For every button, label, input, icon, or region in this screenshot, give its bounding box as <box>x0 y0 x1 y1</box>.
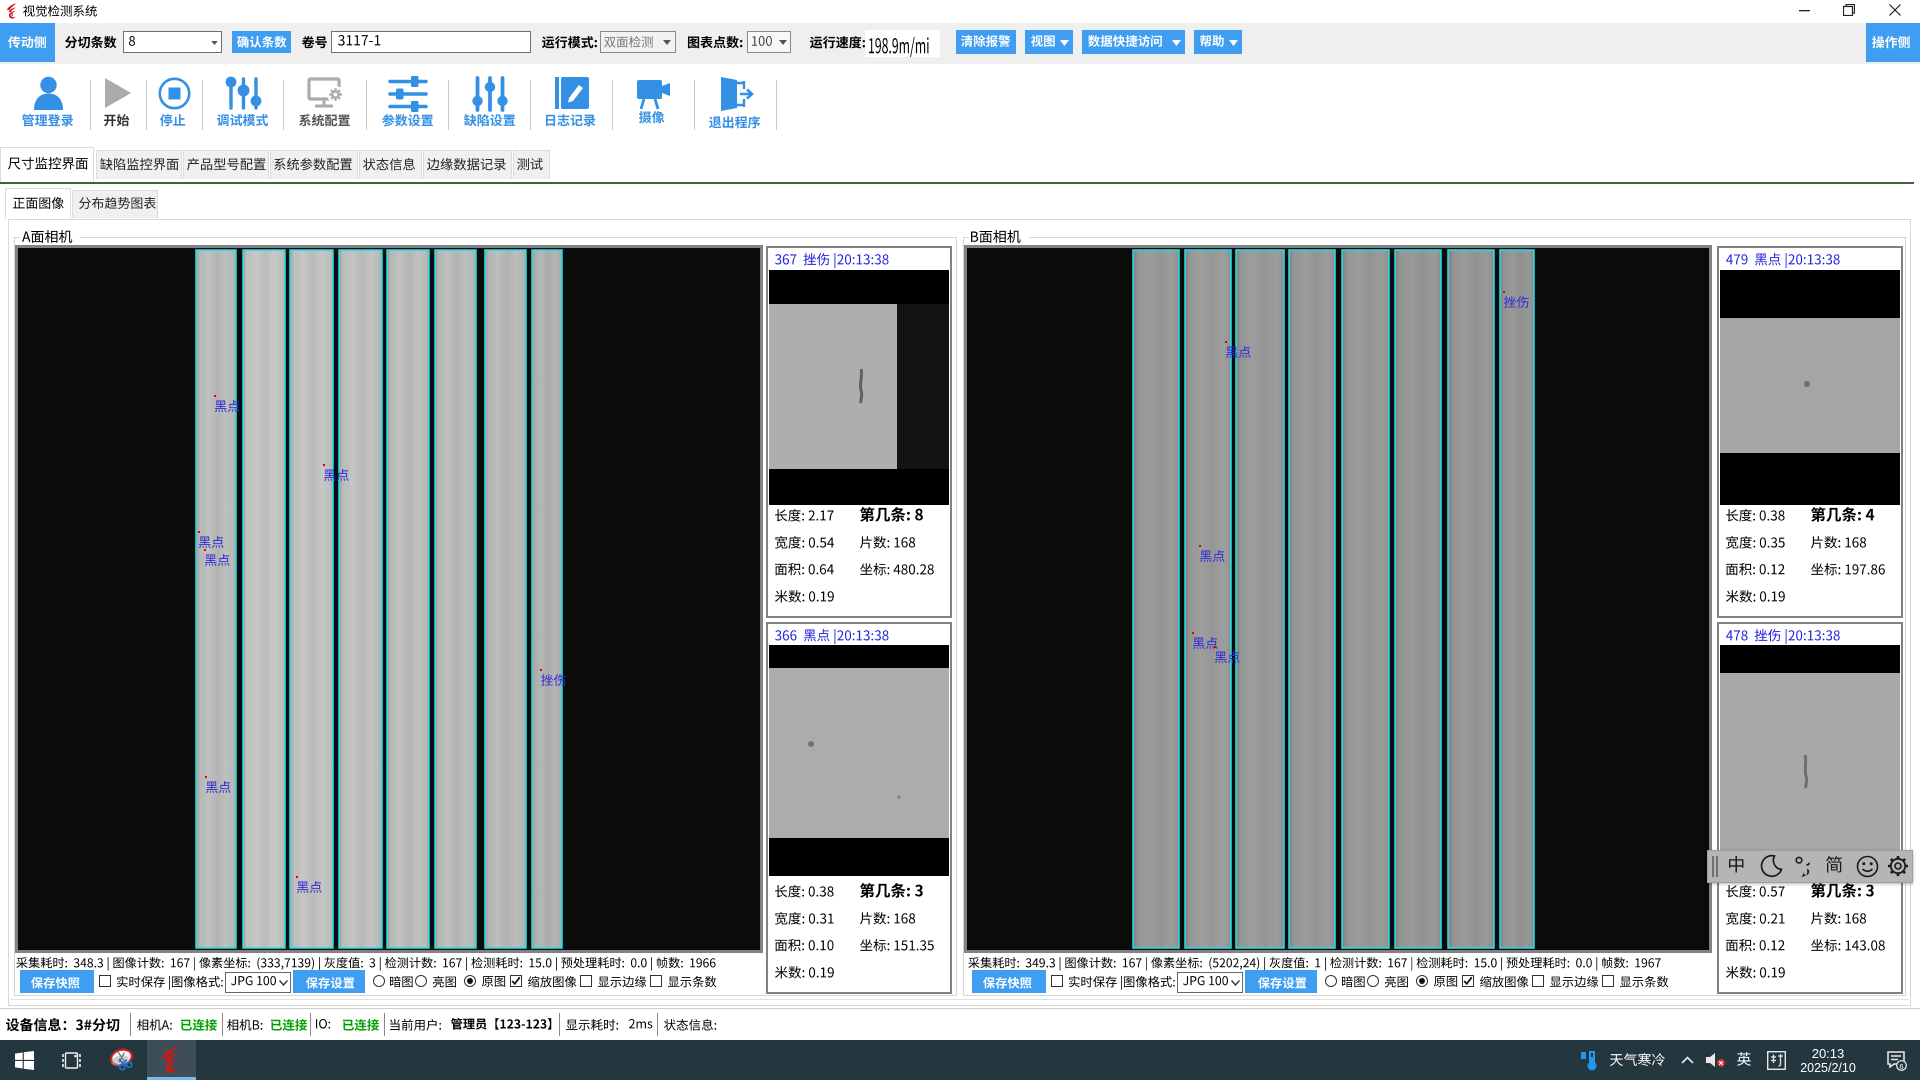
svg-text:6: 6 <box>1899 1062 1903 1071</box>
